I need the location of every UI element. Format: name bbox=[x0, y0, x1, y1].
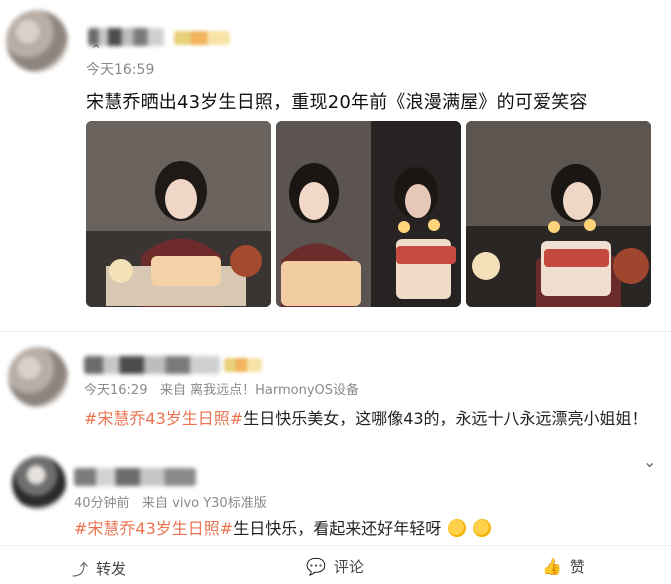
post-photo-2[interactable] bbox=[276, 121, 461, 307]
emoji-icon bbox=[473, 519, 492, 537]
comment-icon: 💬 bbox=[306, 557, 326, 576]
comment1-time: 今天16:29 bbox=[84, 383, 148, 398]
comment2-user-name[interactable] bbox=[74, 468, 196, 486]
thumbs-up-icon: 👍 bbox=[542, 557, 562, 576]
comment1-text-line: #宋慧乔43岁生日照#生日快乐美女，这哪像43的，永远十八永远漂亮小姐姐！ bbox=[84, 405, 648, 429]
comment2-avatar[interactable] bbox=[12, 456, 66, 510]
comment1-text: 生日快乐美女，这哪像43的，永远十八永远漂亮小姐姐！ bbox=[243, 409, 648, 428]
like-button[interactable]: 👍 赞 bbox=[542, 556, 585, 577]
comment1-avatar[interactable] bbox=[8, 347, 68, 407]
emoji-icon bbox=[448, 519, 467, 537]
post-photo-1[interactable] bbox=[86, 121, 271, 307]
comment2-hashtag[interactable]: #宋慧乔43岁生日照# bbox=[74, 519, 233, 538]
comment2-time: 40分钟前 bbox=[74, 496, 130, 511]
post-title: 宋慧乔晒出43岁生日照，重现20年前《浪漫满屋》的可爱笑容 bbox=[86, 92, 588, 113]
footer-divider bbox=[0, 545, 671, 546]
comment1-user-name[interactable] bbox=[84, 356, 220, 374]
like-label: 赞 bbox=[569, 558, 585, 576]
comment1-badge bbox=[224, 358, 262, 372]
comment-label: 评论 bbox=[333, 558, 364, 576]
comment2-source: 来自 vivo Y30标准版 bbox=[142, 496, 267, 511]
repost-button[interactable]: ⤴ 转发 bbox=[72, 556, 126, 580]
comment1-source: 来自 离我远点！HarmonyOS设备 bbox=[160, 383, 360, 398]
chevron-down-icon[interactable]: ⌄ bbox=[643, 452, 656, 471]
author-avatar[interactable] bbox=[6, 10, 68, 72]
author-badge bbox=[174, 31, 230, 45]
repost-icon: ⤴ bbox=[72, 560, 89, 579]
section-divider-1 bbox=[0, 331, 671, 332]
repost-label: 转发 bbox=[96, 559, 127, 578]
comment2-text-line: #宋慧乔43岁生日照#生日快乐，看起来还好年轻呀 bbox=[74, 515, 492, 539]
chevron-icon-small: ^ bbox=[92, 44, 101, 55]
comment1-hashtag[interactable]: #宋慧乔43岁生日照# bbox=[84, 409, 243, 428]
comment2-text: 生日快乐，看起来还好年轻呀 bbox=[233, 519, 442, 538]
post-time: 今天16:59 bbox=[86, 62, 155, 78]
comment-button[interactable]: 💬 评论 bbox=[306, 556, 364, 577]
post-photo-3[interactable] bbox=[466, 121, 651, 307]
